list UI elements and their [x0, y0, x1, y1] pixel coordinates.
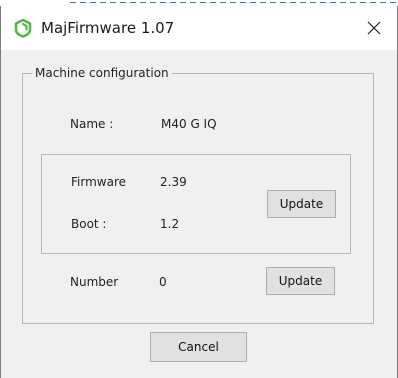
boot-label: Boot : — [71, 217, 107, 231]
boot-value: 1.2 — [160, 217, 180, 231]
name-value: M40 G IQ — [161, 117, 217, 131]
selection-dash-line — [70, 2, 398, 3]
number-label: Number — [70, 275, 119, 289]
firmware-boot-box: Firmware 2.39 Boot : 1.2 Update — [41, 154, 351, 254]
number-update-button[interactable]: Update — [266, 267, 335, 295]
name-label: Name : — [70, 117, 114, 131]
group-legend: Machine configuration — [32, 65, 172, 81]
firmware-label: Firmware — [71, 175, 126, 189]
number-value: 0 — [159, 275, 167, 289]
dialog-window: MajFirmware 1.07 Machine configuration N… — [0, 6, 398, 378]
title-bar[interactable]: MajFirmware 1.07 — [1, 6, 397, 50]
app-shield-icon — [13, 18, 33, 38]
window-title: MajFirmware 1.07 — [41, 19, 175, 37]
close-button[interactable] — [351, 6, 397, 50]
firmware-update-button[interactable]: Update — [267, 190, 336, 218]
firmware-value: 2.39 — [160, 175, 187, 189]
machine-configuration-group: Machine configuration Name : M40 G IQ Fi… — [22, 65, 374, 324]
close-icon — [367, 21, 381, 35]
cancel-button[interactable]: Cancel — [150, 332, 247, 362]
